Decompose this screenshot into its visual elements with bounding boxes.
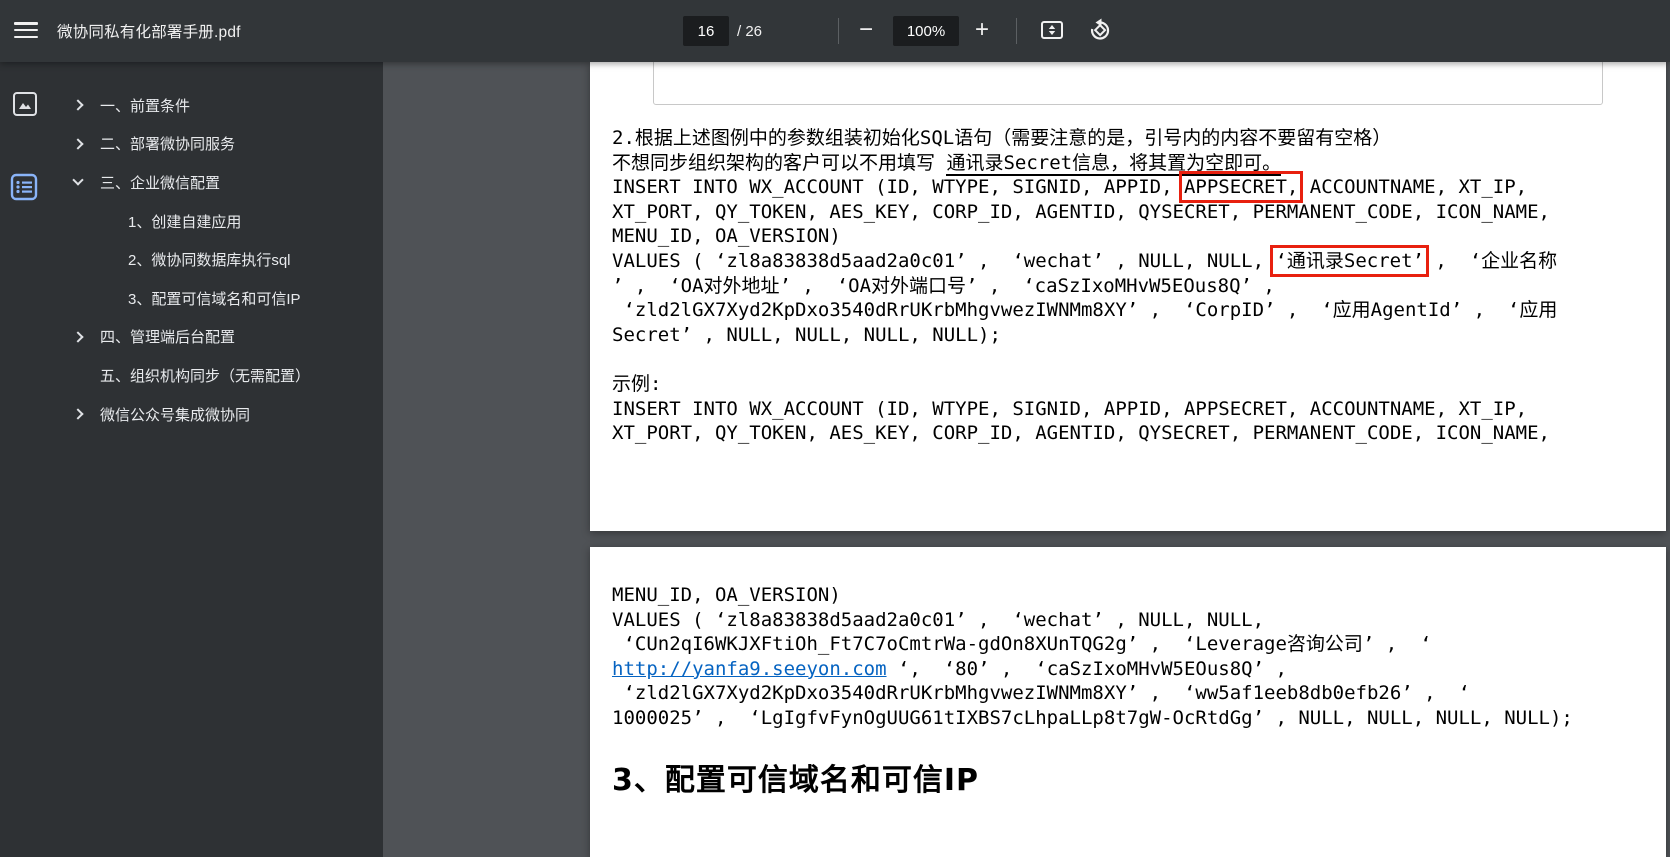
code-line: INSERT INTO WX_ACCOUNT (ID, WTYPE, SIGNI… <box>612 397 1557 422</box>
code-line: ‘zld2lGX7Xyd2KpDxo3540dRrUKrbMhgvwezIWNM… <box>612 298 1557 323</box>
code-text: MENU_ID, OA_VERSION) <box>612 584 841 606</box>
menu-icon[interactable] <box>6 10 46 50</box>
sidebar-item-create-app[interactable]: 1、创建自建应用 <box>0 202 383 241</box>
zoom-level[interactable]: 100% <box>893 16 959 46</box>
page-count-label: / 26 <box>737 22 763 40</box>
code-text: 示例: <box>612 372 662 395</box>
code-text: ‘CUn2qI6WKJXFtiOh_Ft7C7oCmtrWa-gdOn8XUnT… <box>612 633 1432 656</box>
fit-page-icon <box>1039 17 1065 43</box>
chevron-right-icon[interactable] <box>72 99 84 111</box>
sidebar-item-wecom-config[interactable]: 三、企业微信配置 <box>0 163 383 202</box>
document-title: 微协同私有化部署手册.pdf <box>57 24 241 41</box>
code-line: VALUES ( ‘zl8a83838d5aad2a0c01’ , ‘wecha… <box>612 608 1573 633</box>
code-line: http://yanfa9.seeyon.com ‘, ‘80’ , ‘caSz… <box>612 657 1573 682</box>
page-number-input[interactable] <box>683 16 729 46</box>
pdf-page-17: MENU_ID, OA_VERSION) VALUES ( ‘zl8a83838d… <box>590 547 1666 857</box>
pdf-viewer: 微协同私有化部署手册.pdf / 26 − 100% + <box>0 0 1670 857</box>
code-line: MENU_ID, OA_VERSION) <box>612 224 1557 249</box>
code-line: MENU_ID, OA_VERSION) <box>612 583 1573 608</box>
embedded-image-placeholder <box>653 62 1603 105</box>
toolbar: 微协同私有化部署手册.pdf / 26 − 100% + <box>0 0 1670 62</box>
sidebar: 一、前置条件 二、部署微协同服务 三、企业微信配置 1、创建自建应用 2、微协同… <box>0 62 383 857</box>
code-text: Secret’ , NULL, NULL, NULL, NULL); <box>612 323 1001 346</box>
sidebar-item-db-sql[interactable]: 2、微协同数据库执行sql <box>0 240 383 279</box>
code-text: INSERT INTO WX_ACCOUNT (ID, WTYPE, SIGNI… <box>612 176 1184 199</box>
code-line: ‘zld2lGX7Xyd2KpDxo3540dRrUKrbMhgvwezIWNM… <box>612 681 1573 706</box>
code-text: ’ , ‘OA对外地址’ , ‘OA对外端口号’ , ‘caSzIxoMHvW5… <box>612 274 1275 297</box>
code-text: INSERT INTO WX_ACCOUNT (ID, WTYPE, SIGNI… <box>612 397 1528 420</box>
red-highlight-box: APPSECRET, <box>1178 171 1304 204</box>
code-line: Secret’ , NULL, NULL, NULL, NULL); <box>612 323 1557 348</box>
zoom-in-button[interactable]: + <box>962 10 1002 50</box>
code-line: 不想同步组织架构的客户可以不用填写 通讯录Secret信息，将其置为空即可。 <box>612 151 1557 176</box>
rotate-button[interactable] <box>1080 10 1120 50</box>
sql-text-block: 2.根据上述图例中的参数组装初始化SQL语句（需要注意的是，引号内的内容不要留有… <box>612 126 1557 446</box>
code-line: XT_PORT, QY_TOKEN, AES_KEY, CORP_ID, AGE… <box>612 421 1557 446</box>
zoom-out-button[interactable]: − <box>846 10 886 50</box>
code-text: ‘zld2lGX7Xyd2KpDxo3540dRrUKrbMhgvwezIWNM… <box>612 299 1558 322</box>
code-text: , ‘企业名称 <box>1423 249 1558 272</box>
code-text: XT_PORT, QY_TOKEN, AES_KEY, CORP_ID, AGE… <box>612 200 1550 223</box>
code-line: 2.根据上述图例中的参数组装初始化SQL语句（需要注意的是，引号内的内容不要留有… <box>612 126 1557 151</box>
fit-to-page-button[interactable] <box>1032 10 1072 50</box>
sidebar-item-wechat-mp[interactable]: 微信公众号集成微协同 <box>0 395 383 434</box>
hyperlink[interactable]: http://yanfa9.seeyon.com <box>612 658 887 680</box>
pdf-page-16: 2.根据上述图例中的参数组装初始化SQL语句（需要注意的是，引号内的内容不要留有… <box>590 62 1666 531</box>
code-text: VALUES ( ‘zl8a83838d5aad2a0c01’ , ‘wecha… <box>612 608 1265 631</box>
code-text: ‘zld2lGX7Xyd2KpDxo3540dRrUKrbMhgvwezIWNM… <box>612 682 1470 705</box>
chevron-right-icon[interactable] <box>72 138 84 150</box>
underlined-text: 通讯录Secret信息，将其置为空即可。 <box>946 151 1282 176</box>
code-line: 示例: <box>612 372 1557 397</box>
chevron-down-icon[interactable] <box>72 174 84 187</box>
red-highlight-box: ‘通讯录Secret’ <box>1270 244 1429 277</box>
sidebar-item-trusted-domain[interactable]: 3、配置可信域名和可信IP <box>0 279 383 318</box>
code-text: XT_PORT, QY_TOKEN, AES_KEY, CORP_ID, AGE… <box>612 422 1550 445</box>
section-heading: 3、配置可信域名和可信IP <box>612 763 980 798</box>
code-text: MENU_ID, OA_VERSION) <box>612 225 841 248</box>
chevron-right-icon[interactable] <box>72 408 84 420</box>
sidebar-item-org-sync[interactable]: 五、组织机构同步（无需配置） <box>0 356 383 395</box>
outline-panel: 一、前置条件 二、部署微协同服务 三、企业微信配置 1、创建自建应用 2、微协同… <box>0 86 383 433</box>
sql-text-block: MENU_ID, OA_VERSION) VALUES ( ‘zl8a83838d… <box>612 583 1573 731</box>
sidebar-item-prerequisites[interactable]: 一、前置条件 <box>0 86 383 125</box>
chevron-right-icon[interactable] <box>72 331 84 343</box>
hamburger-icon <box>14 22 38 38</box>
code-line: ’ , ‘OA对外地址’ , ‘OA对外端口号’ , ‘caSzIxoMHvW5… <box>612 274 1557 299</box>
code-text: VALUES ( ‘zl8a83838d5aad2a0c01’ , ‘wecha… <box>612 249 1276 272</box>
sidebar-item-admin-config[interactable]: 四、管理端后台配置 <box>0 318 383 357</box>
code-text: ‘, ‘80’ , ‘caSzIxoMHvW5EOus8Q’ , <box>886 657 1287 680</box>
rotate-counterclockwise-icon <box>1087 17 1113 43</box>
code-line: 1000025’ , ‘LgIgfvFynOgUUG61tIXBS7cLhpaL… <box>612 706 1573 731</box>
code-text: 1000025’ , ‘LgIgfvFynOgUUG61tIXBS7cLhpaL… <box>612 706 1573 729</box>
toolbar-divider <box>1016 18 1017 44</box>
code-text: 2.根据上述图例中的参数组装初始化SQL语句（需要注意的是，引号内的内容不要留有… <box>612 127 1392 149</box>
code-line: XT_PORT, QY_TOKEN, AES_KEY, CORP_ID, AGE… <box>612 200 1557 225</box>
toolbar-divider <box>838 18 839 44</box>
code-text: ACCOUNTNAME, XT_IP, <box>1298 176 1528 199</box>
code-line: ‘CUn2qI6WKJXFtiOh_Ft7C7oCmtrWa-gdOn8XUnT… <box>612 632 1573 657</box>
code-line: INSERT INTO WX_ACCOUNT (ID, WTYPE, SIGNI… <box>612 171 1557 204</box>
code-line: VALUES ( ‘zl8a83838d5aad2a0c01’ , ‘wecha… <box>612 244 1558 277</box>
sidebar-item-deploy-service[interactable]: 二、部署微协同服务 <box>0 125 383 164</box>
code-text: 不想同步组织架构的客户可以不用填写 <box>612 151 947 174</box>
